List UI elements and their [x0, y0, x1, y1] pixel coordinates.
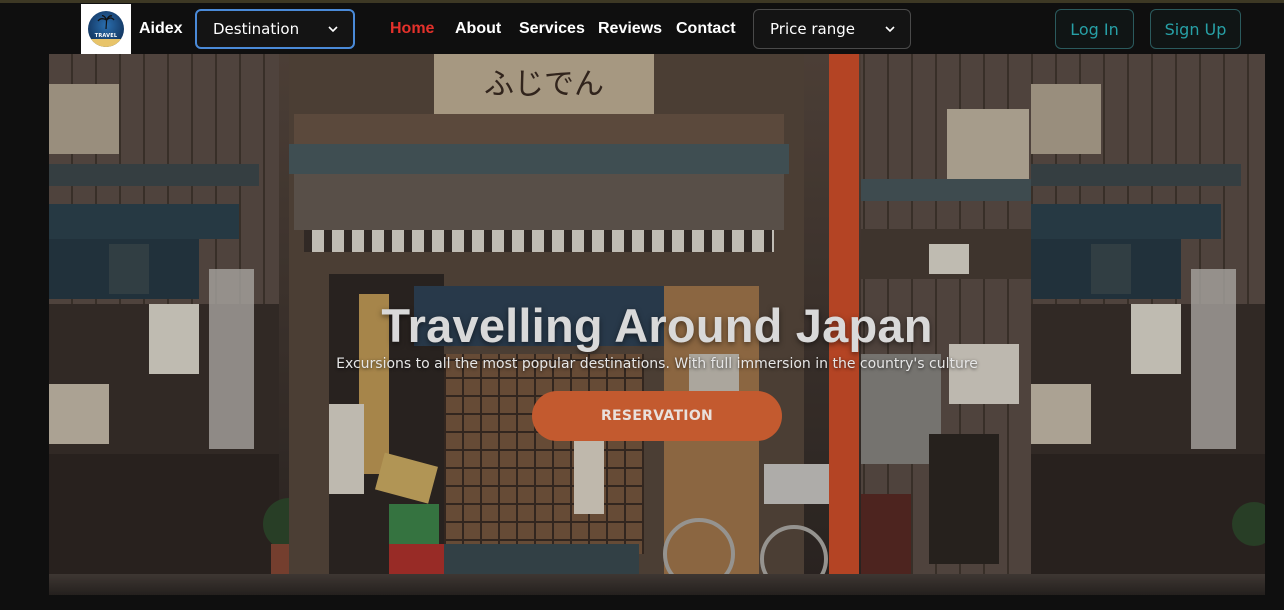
chevron-down-icon: [885, 26, 895, 33]
nav-services[interactable]: Services: [519, 20, 585, 38]
login-button[interactable]: Log In: [1055, 9, 1134, 49]
destination-select[interactable]: Destination: [195, 9, 355, 49]
logo-text: TRAVEL: [94, 33, 118, 39]
hero-title: Travelling Around Japan: [381, 299, 933, 352]
hero-subtitle: Excursions to all the most popular desti…: [336, 356, 978, 372]
nav-reviews[interactable]: Reviews: [598, 20, 662, 38]
logo-emblem-icon: TRAVEL: [88, 11, 124, 47]
brand-name[interactable]: Aidex: [139, 20, 183, 38]
hero-section: ふじでん Travelling Around Japan Excursions …: [49, 54, 1265, 595]
price-range-select[interactable]: Price range: [753, 9, 911, 49]
signup-button[interactable]: Sign Up: [1150, 9, 1241, 49]
top-accent-line: [0, 0, 1284, 3]
reservation-button[interactable]: RESERVATION: [532, 391, 782, 441]
nav-about[interactable]: About: [455, 20, 501, 38]
destination-select-value: Destination: [213, 20, 300, 38]
chevron-down-icon: [328, 26, 338, 33]
price-range-select-value: Price range: [770, 20, 855, 38]
nav-contact[interactable]: Contact: [676, 20, 736, 38]
nav-home[interactable]: Home: [390, 20, 434, 38]
logo[interactable]: TRAVEL: [81, 4, 131, 54]
